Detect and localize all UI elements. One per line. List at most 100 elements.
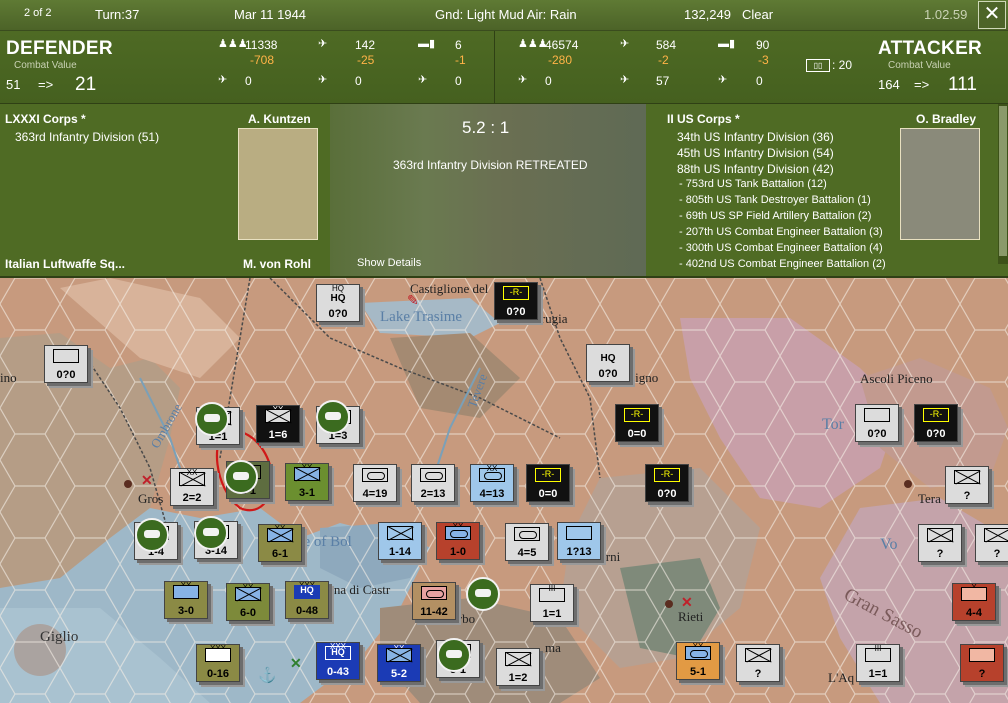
combat-stats-bar: DEFENDER Combat Value 51 => 21 ♟♟♟ 11338… [0,31,1008,104]
attacker-panel: II US Corps * O. Bradley 34th US Infantr… [648,104,1008,276]
defender-unit: 363rd Infantry Division (51) [15,130,160,144]
hex-map[interactable]: Castiglione del Lake Trasime erugia ino … [0,278,1008,703]
combat-odds: 5.2 : 1 [462,118,510,137]
defender-cv-label: Combat Value [14,60,77,71]
tank-icon: ▬▮ [418,38,436,50]
battle-icon: ✕ [681,594,693,610]
transport-icon: ✈ [718,74,728,86]
unit-counter[interactable]: III 1=1 [856,644,900,682]
tank-marker[interactable] [194,516,228,550]
attacker-cv-from: 164 [878,77,900,92]
unit-counter[interactable]: XX6-1 [258,524,302,562]
unit-counter[interactable]: 4=5 [505,523,549,561]
battle-icon: ✕ [141,472,153,488]
unit-counter[interactable]: XX 2=2 [170,468,214,506]
tank-marker[interactable] [316,400,350,434]
unit-counter[interactable]: -R- 0?0 [645,464,689,502]
unit-counter[interactable]: 4=19 [353,464,397,502]
unit-counter[interactable]: XX1=6 [256,405,300,443]
ratio-icon: ▯▯ [806,59,830,72]
defender-air: 142 [355,38,376,52]
combat-result: 363rd Infantry Division RETREATED [393,158,588,172]
port-anchor-icon: ⚓ [258,667,277,684]
unit-counter[interactable]: XXX0-16 [196,644,240,682]
unit-counter[interactable]: 1?13 [557,522,601,560]
defender-cv-from: 51 [6,77,21,92]
unit-counter[interactable]: 1=2 [496,648,540,686]
attacker-attachment: - 69th US SP Field Artillery Battalion (… [679,210,872,222]
unit-counter[interactable]: ? [945,466,989,504]
unit-counter[interactable]: 0?0 [44,345,88,383]
unit-counter[interactable]: 0?0 [855,404,899,442]
unit-counter[interactable]: -R- 0?0 [914,404,958,442]
unit-counter[interactable]: XX5-1 [676,642,720,680]
infantry-icon: ♟♟♟ [218,38,248,50]
attacker-air-loss: -2 [658,53,669,67]
unit-counter[interactable]: -R- 0=0 [526,464,570,502]
sky-label: Clear [742,7,774,22]
unit-counter[interactable]: XX5-2 [377,644,421,682]
combat-details: LXXXI Corps * A. Kuntzen 363rd Infantry … [0,104,1008,278]
unit-counter[interactable]: HQ 0?0 [586,344,630,382]
unit-counter[interactable]: 1-14 [378,522,422,560]
unit-counter[interactable]: X4-4 [952,583,996,621]
unit-counter[interactable]: XX 4=13 [470,464,514,502]
attacker-commander: O. Bradley [916,112,977,126]
unit-counter[interactable]: ? [736,644,780,682]
attacker-men: 46574 [545,38,579,52]
defender-r2c: 0 [455,74,462,88]
map-label-perugia: erugia [535,311,568,326]
unit-counter[interactable]: ? [960,644,1004,682]
map-label-lake-trasimeno: Lake Trasime [380,309,463,325]
attacker-cv-to: 111 [948,74,977,95]
tank-marker[interactable] [135,518,169,552]
unit-counter[interactable]: 11-42 [412,582,456,620]
unit-counter[interactable]: HQ HQ 0?0 [316,284,360,322]
unit-counter[interactable]: XX3-1 [285,463,329,501]
attacker-attachment: - 402nd US Combat Engineer Battalion (2) [679,258,886,270]
tank-marker[interactable] [466,577,500,611]
attacker-r2b: 57 [656,74,670,88]
map-label-erni: erni [600,549,621,564]
unit-counter[interactable]: XX6-0 [226,583,270,621]
map-label-gros: Gros [138,491,164,506]
unit-counter[interactable]: -R- 0=0 [615,404,659,442]
defender-cv-to: 21 [75,74,97,95]
attacker-corps: II US Corps * [667,112,740,126]
map-label-lake-bolsena: ke of Bol [296,534,352,550]
attacker-attachment: - 753rd US Tank Battalion (12) [679,178,827,190]
attacker-attachment: - 805th US Tank Destroyer Battalion (1) [679,194,871,206]
attacker-scrollbar[interactable] [998,104,1008,264]
battle-icon: ✎ [407,292,419,308]
attacker-tanks-loss: -3 [758,53,769,67]
tank-marker[interactable] [195,402,229,436]
unit-counter[interactable]: ? [975,524,1008,562]
unit-counter[interactable]: -R- 0?0 [494,282,538,320]
attacker-men-loss: -280 [548,53,573,67]
close-button[interactable]: ✕ [978,1,1006,29]
defender-panel: LXXXI Corps * A. Kuntzen 363rd Infantry … [0,104,328,276]
unit-counter[interactable]: III 1=1 [530,584,574,622]
attacker-title: ATTACKER [878,38,983,59]
production-points: 132,249 [684,7,731,22]
tank-marker[interactable] [437,638,471,672]
unit-counter[interactable]: XX3-0 [164,581,208,619]
unit-counter[interactable]: XXX HQ 0-43 [316,642,360,680]
show-details-link[interactable]: Show Details [357,257,421,269]
defender-men-loss: -708 [250,53,275,67]
page-indicator: 2 of 2 [24,7,52,19]
tank-marker[interactable] [224,460,258,494]
attacker-division: 45th US Infantry Division (54) [677,146,834,160]
unit-counter[interactable]: XX1-0 [436,522,480,560]
defender-r2b: 0 [355,74,362,88]
unit-counter[interactable]: ? [918,524,962,562]
unit-counter[interactable]: 2=13 [411,464,455,502]
unit-counter[interactable]: XXXHQ0-48 [285,581,329,619]
scrollbar-thumb[interactable] [999,106,1007,256]
defender-corps: LXXXI Corps * [5,112,86,126]
defender-tanks-loss: -1 [455,53,466,67]
defender-air-loss: -25 [357,53,375,67]
defender-cv-arrow: => [38,77,54,92]
defender-commander: A. Kuntzen [248,112,311,126]
attacker-cv-label: Combat Value [888,60,951,71]
